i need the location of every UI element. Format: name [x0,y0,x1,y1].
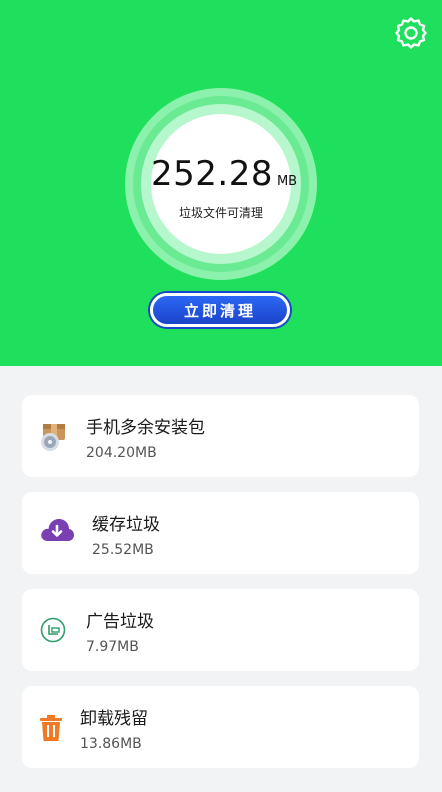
card-size: 25.52MB [92,542,154,558]
storage-ring-inner: 252.28 MB 垃圾文件可清理 [141,104,301,264]
ad-icon [40,617,66,643]
card-size: 13.86MB [80,736,142,752]
trash-icon [40,715,62,741]
card-size: 7.97MB [86,639,139,655]
package-icon [41,424,65,451]
card-apk-packages[interactable]: 手机多余安装包 204.20MB [22,395,419,477]
card-title: 手机多余安装包 [86,418,205,438]
storage-ring: 252.28 MB 垃圾文件可清理 [125,88,317,280]
junk-size-display: 252.28 MB 垃圾文件可清理 [151,114,297,254]
card-title: 卸载残留 [80,709,148,729]
card-title: 缓存垃圾 [92,515,160,535]
card-size: 204.20MB [86,445,157,461]
clean-now-button[interactable]: 立即清理 [150,293,290,327]
junk-size-line: 252.28 MB [151,154,297,194]
card-ads[interactable]: 广告垃圾 7.97MB [22,589,419,671]
card-uninstall-residue[interactable]: 卸载残留 13.86MB [22,686,419,768]
junk-size-value: 252.28 [151,154,273,194]
gear-icon[interactable] [393,15,429,51]
card-cache[interactable]: 缓存垃圾 25.52MB [22,492,419,574]
storage-ring-mid: 252.28 MB 垃圾文件可清理 [133,96,309,272]
hero-panel: 252.28 MB 垃圾文件可清理 立即清理 [0,0,442,366]
junk-size-caption: 垃圾文件可清理 [178,206,263,220]
junk-size-unit: MB [276,174,298,189]
card-title: 广告垃圾 [86,612,154,632]
cloud-download-icon [41,519,74,541]
